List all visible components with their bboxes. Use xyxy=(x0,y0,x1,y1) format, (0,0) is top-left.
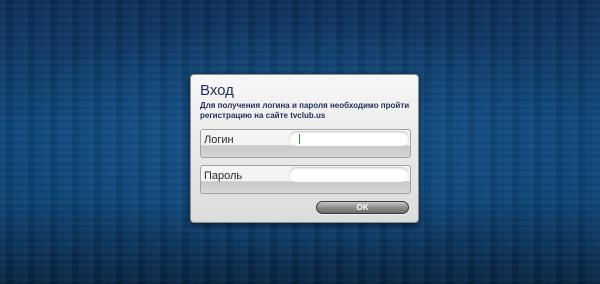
password-row: Пароль xyxy=(200,165,411,194)
dialog-title: Вход xyxy=(200,82,234,99)
password-input[interactable] xyxy=(289,167,409,182)
login-dialog: Вход Для получения логина и пароля необх… xyxy=(190,74,419,223)
login-label: Логин xyxy=(204,134,234,146)
ok-button[interactable]: OK xyxy=(316,201,409,214)
text-cursor xyxy=(299,134,300,144)
login-input[interactable] xyxy=(289,131,409,146)
registration-info-text: Для получения логина и пароля необходимо… xyxy=(200,101,410,120)
password-label: Пароль xyxy=(204,170,243,182)
login-row: Логин xyxy=(200,129,411,158)
